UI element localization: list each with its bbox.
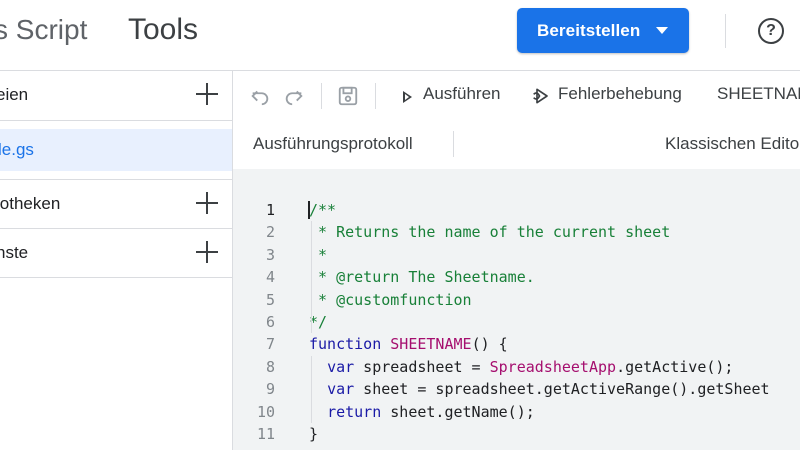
sidebar-services-label: nste [0,243,29,262]
sidebar-section-files[interactable]: eien [0,71,232,119]
sidebar-files-label: eien [0,85,29,104]
deploy-button[interactable]: Bereitstellen [517,8,689,53]
editor-toolbar: Ausführen Fehlerbehebung SHEETNAME [233,71,800,121]
line-number: 4 [265,268,275,287]
deploy-button-label: Bereitstellen [537,21,641,40]
code-token: * @customfunction [309,290,472,309]
code-token: () { [471,335,508,354]
line-number: 11 [256,425,275,443]
debug-icon [533,88,548,104]
code-line[interactable]: 2 * Returns the name of the current shee… [233,221,800,243]
code-token: SpreadsheetApp [489,357,617,376]
add-file-icon[interactable] [196,83,218,105]
top-bar: s Script Tools Bereitstellen ? [0,0,800,71]
code-editor[interactable]: 1 /** 2 * Returns the name of the current … [233,169,800,450]
code-line[interactable]: 3 * [233,244,800,266]
run-label: Ausführen [423,84,501,103]
code-token: spreadsheet = [354,357,490,376]
code-token: var [327,357,355,376]
classic-editor-button[interactable]: Klassischen Edito [665,134,799,154]
indent-guide [311,221,312,334]
indent-guide [311,355,312,423]
code-token: function [309,335,382,354]
code-token: var [327,380,355,399]
code-text: return sheet.getName(); [309,401,535,423]
app-title: s Script [0,14,88,45]
subbar-divider [453,131,454,157]
code-token: } [309,425,319,443]
sidebar-item-file[interactable]: le.gs [0,129,232,171]
line-number: 7 [265,335,275,354]
line-number: 5 [265,290,275,309]
code-line[interactable]: 4 * @return The Sheetname. [233,266,800,288]
redo-icon[interactable] [283,85,305,107]
line-number: 9 [265,380,275,399]
text-cursor [308,201,310,219]
code-line[interactable]: 8 var spreadsheet = SpreadsheetApp.getAc… [233,356,800,378]
code-token: sheet = spreadsheet.getActiveRange().get… [354,380,770,399]
code-text: var sheet = spreadsheet.getActiveRange()… [309,378,770,400]
code-line[interactable]: 7 function SHEETNAME() { [233,333,800,355]
debug-label: Fehlerbehebung [558,84,682,103]
file-name: le.gs [0,140,34,159]
help-icon[interactable]: ? [758,18,784,44]
sidebar-section-services[interactable]: nste [0,229,232,277]
code-line[interactable]: 1 /** [233,199,800,221]
divider [0,120,232,121]
line-number: 2 [265,223,275,242]
code-line[interactable]: 9 var sheet = spreadsheet.getActiveRange… [233,378,800,400]
add-service-icon[interactable] [196,241,218,263]
code-text: var spreadsheet = SpreadsheetApp.getActi… [309,356,733,378]
execution-log-button[interactable]: Ausführungsprotokoll [253,134,413,154]
code-token: sheet.getName(); [381,402,535,421]
code-text: * @return The Sheetname. [309,266,535,288]
code-text: * Returns the name of the current sheet [309,221,670,243]
line-number: 10 [256,402,275,421]
code-text: function SHEETNAME() { [309,333,508,355]
code-token: SHEETNAME [390,335,472,354]
code-line[interactable]: 10 return sheet.getName(); [233,401,800,423]
toolbar-divider [321,83,322,109]
line-number: 1 [265,201,275,219]
editor-subbar: Ausführungsprotokoll Klassischen Edito [233,121,800,169]
project-title[interactable]: Tools [128,13,198,47]
function-select[interactable]: SHEETNAME [717,84,800,108]
save-icon[interactable] [337,85,359,107]
code-token: .getActive(); [616,357,734,376]
code-token: * @return The Sheetname. [309,268,535,287]
code-token: * Returns the name of the current sheet [309,223,671,242]
chevron-down-icon[interactable] [656,27,668,34]
toolbar-divider [375,83,376,109]
code-line[interactable]: 6 */ [233,311,800,333]
play-icon-inner [405,94,409,100]
code-line[interactable]: 11} [233,423,800,445]
sidebar-libraries-label: iotheken [0,194,61,213]
add-library-icon[interactable] [196,192,218,214]
line-number: 6 [265,313,275,331]
code-line[interactable]: 5 * @customfunction [233,289,800,311]
code-text: } [309,423,318,445]
sidebar-section-libraries[interactable]: iotheken [0,180,232,228]
header-divider [725,14,726,48]
code-token: return [327,402,382,421]
code-token: /** [309,201,337,219]
divider [0,277,232,278]
code-text: * @customfunction [309,289,472,311]
line-number: 3 [265,245,275,264]
code-text: /** [309,199,336,221]
sidebar: eien le.gs iotheken nste [0,71,233,450]
line-number: 8 [265,357,275,376]
undo-icon[interactable] [249,85,271,107]
